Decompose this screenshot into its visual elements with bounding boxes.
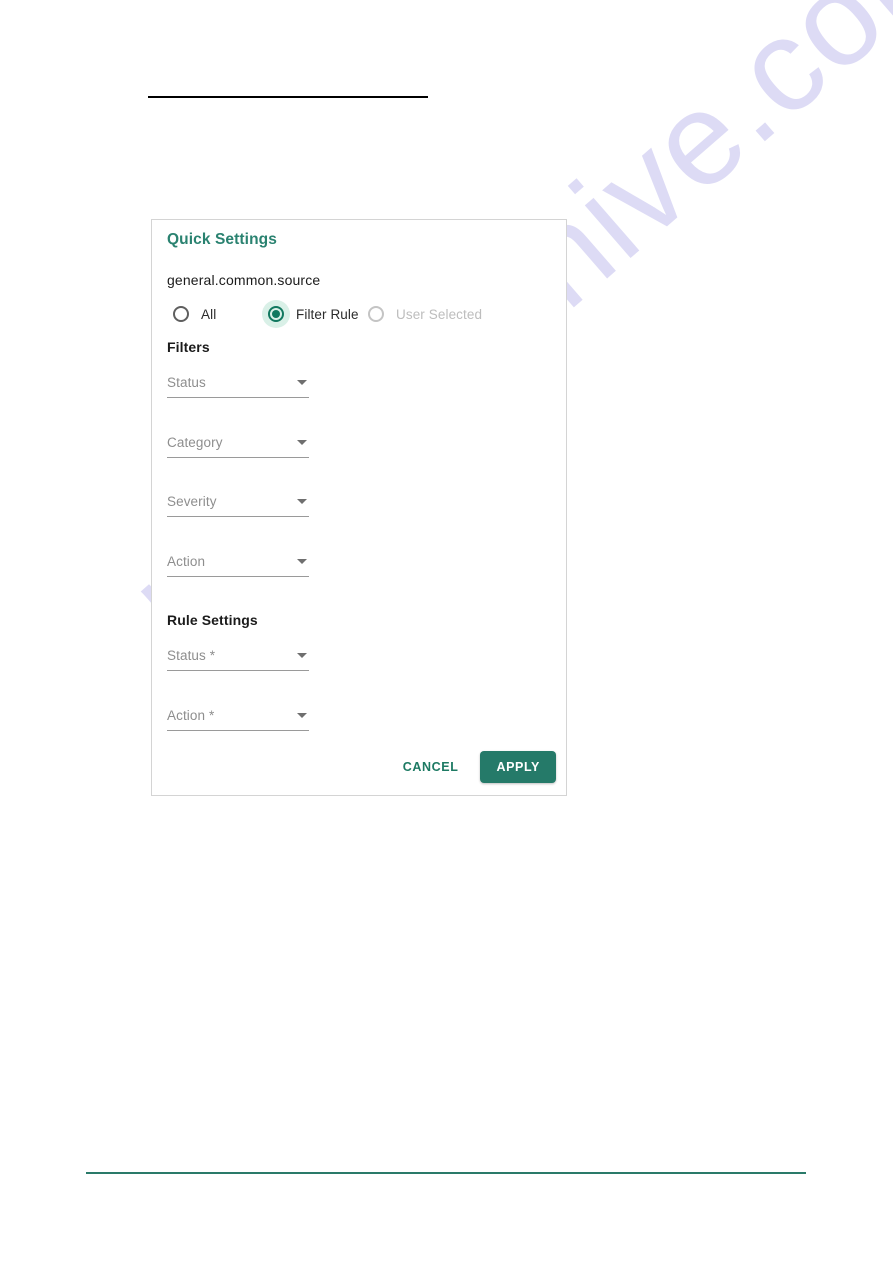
- radio-icon-user-selected: [362, 300, 390, 328]
- chevron-down-icon: [297, 499, 307, 504]
- dialog-title: Quick Settings: [167, 231, 277, 248]
- radio-option-user-selected: User Selected: [362, 300, 492, 328]
- filters-section-heading: Filters: [167, 339, 210, 355]
- radio-icon-filter-rule: [262, 300, 290, 328]
- chevron-down-icon: [297, 559, 307, 564]
- filter-select-action-label: Action: [167, 554, 206, 569]
- rule-select-status-label: Status *: [167, 648, 216, 663]
- rule-select-status[interactable]: Status *: [159, 648, 317, 671]
- filter-select-action[interactable]: Action: [159, 554, 317, 577]
- filter-select-severity-label: Severity: [167, 494, 217, 509]
- quick-settings-dialog: Quick Settings general.common.source All…: [151, 219, 567, 796]
- source-radio-group: All Filter Rule User Selected: [167, 300, 492, 328]
- filter-select-severity[interactable]: Severity: [159, 494, 317, 517]
- radio-label-filter-rule: Filter Rule: [296, 306, 359, 322]
- filter-select-category[interactable]: Category: [159, 435, 317, 458]
- chevron-down-icon: [297, 713, 307, 718]
- chevron-down-icon: [297, 380, 307, 385]
- radio-icon-all: [167, 300, 195, 328]
- rule-settings-section-heading: Rule Settings: [167, 612, 258, 628]
- radio-label-all: All: [201, 306, 217, 322]
- filter-select-status[interactable]: Status: [159, 375, 317, 398]
- radio-label-user-selected: User Selected: [396, 306, 483, 322]
- radio-option-all[interactable]: All: [167, 300, 262, 328]
- rule-select-action-label: Action *: [167, 708, 215, 723]
- filter-select-category-label: Category: [167, 435, 223, 450]
- top-divider-rule: [148, 96, 428, 98]
- chevron-down-icon: [297, 653, 307, 658]
- chevron-down-icon: [297, 440, 307, 445]
- apply-button[interactable]: APPLY: [480, 751, 556, 783]
- cancel-button[interactable]: CANCEL: [393, 752, 469, 782]
- dialog-footer: CANCEL APPLY: [393, 751, 556, 783]
- radio-option-filter-rule[interactable]: Filter Rule: [262, 300, 362, 328]
- filter-select-status-label: Status: [167, 375, 206, 390]
- rule-select-action[interactable]: Action *: [159, 708, 317, 731]
- source-field-label: general.common.source: [167, 272, 321, 288]
- bottom-divider-rule: [86, 1172, 806, 1174]
